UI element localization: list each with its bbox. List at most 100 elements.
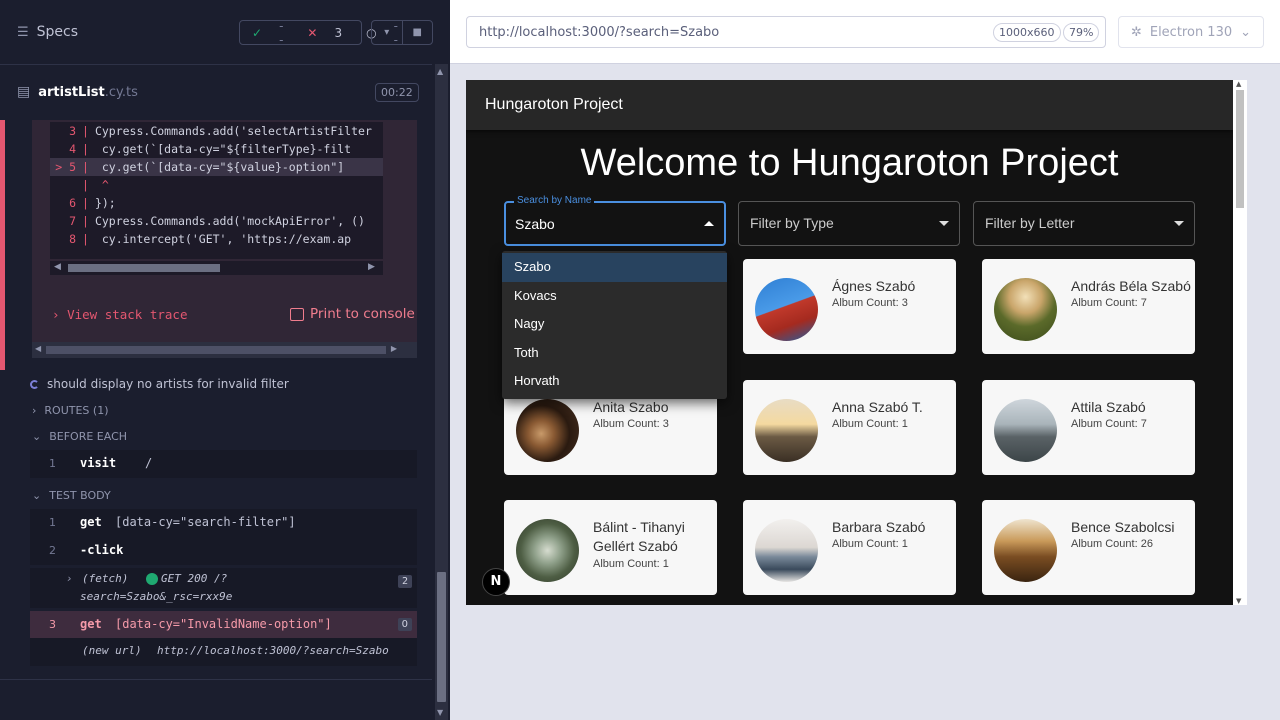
before-each-label: BEFORE EACH [49, 430, 128, 443]
type-filter[interactable]: Filter by Type [738, 201, 960, 246]
spec-file-header: ▤ artistList.cy.ts 00:22 [0, 64, 432, 120]
search-filter-label: Search by Name [514, 195, 595, 206]
command-number: 1 [49, 457, 56, 470]
test-body-section[interactable]: ⌄ TEST BODY [32, 489, 111, 502]
chevron-down-icon: ⌄ [1240, 24, 1252, 40]
view-stack-trace-button[interactable]: › View stack trace [52, 307, 187, 322]
artist-avatar [755, 399, 818, 462]
artist-name: Attila Szabó [1071, 399, 1146, 415]
artist-card[interactable]: András Béla Szabó Album Count: 7 [982, 259, 1195, 354]
code-horizontal-scrollbar[interactable]: ◀ ▶ [50, 261, 383, 275]
fetch-url: search=Szabo&_rsc=rxx9e [80, 590, 233, 603]
command-arg: / [145, 456, 153, 470]
dropdown-option[interactable]: Kovacs [502, 282, 727, 311]
chevron-right-icon: › [66, 572, 73, 585]
album-count: Album Count: 7 [1071, 297, 1147, 309]
command-row[interactable]: 2 -click [30, 537, 417, 565]
artist-avatar [994, 519, 1057, 582]
fetch-count-badge: 2 [397, 575, 412, 588]
reporter-scrollbar[interactable]: ▲ ▼ [435, 64, 448, 720]
viewport-size-badge[interactable]: 1000x660 [993, 23, 1061, 42]
command-number: 1 [49, 516, 56, 529]
artist-card[interactable]: Barbara Szabó Album Count: 1 [743, 500, 956, 595]
before-each-section[interactable]: ⌄ BEFORE EACH [32, 430, 127, 443]
menu-icon: ☰ [17, 24, 29, 40]
dropdown-option[interactable]: Toth [502, 339, 727, 368]
chevron-down-icon: ⌄ [32, 489, 42, 502]
aut-url-bar[interactable]: http://localhost:3000/?search=Szabo 1000… [466, 16, 1106, 48]
artist-avatar [755, 519, 818, 582]
zoom-badge[interactable]: 79% [1063, 23, 1100, 42]
test-title[interactable]: should display no artists for invalid fi… [30, 377, 289, 391]
album-count: Album Count: 1 [832, 538, 908, 550]
code-line: 8 | cy.intercept('GET', 'https://exam.ap [69, 232, 352, 246]
gear-icon: ✲ [1130, 24, 1142, 40]
print-label: Print to console [310, 306, 415, 322]
runner-controls: ▾ ■ [371, 20, 433, 45]
letter-filter-label: Filter by Letter [985, 215, 1075, 231]
search-filter-dropdown: Szabo Kovacs Nagy Toth Horvath [502, 251, 727, 399]
console-icon [290, 307, 304, 321]
command-row-failed[interactable]: 3 get [data-cy="InvalidName-option"] 0 [30, 611, 417, 639]
artist-name: Bence Szabolcsi [1071, 519, 1175, 535]
chevron-down-icon[interactable]: ▾ [372, 21, 403, 44]
scroll-thumb[interactable] [68, 264, 220, 272]
album-count: Album Count: 3 [593, 418, 669, 430]
specs-toggle[interactable]: ☰ Specs [17, 24, 78, 40]
test-title-label: should display no artists for invalid fi… [47, 377, 289, 391]
error-horizontal-scrollbar[interactable]: ◀ ▶ [32, 342, 417, 358]
aut-url: http://localhost:3000/?search=Szabo [479, 25, 720, 40]
routes-section[interactable]: › ROUTES (1) [32, 404, 109, 417]
album-count: Album Count: 26 [1071, 538, 1153, 550]
print-to-console-button[interactable]: Print to console [290, 306, 415, 322]
caret-up-icon [704, 221, 714, 226]
new-url-event-row[interactable]: (new url) http://localhost:3000/?search=… [30, 638, 417, 666]
command-number: 3 [49, 618, 56, 631]
scroll-right-icon[interactable]: ▶ [368, 262, 375, 272]
app-scrollbar[interactable]: ▲ ▼ [1233, 80, 1247, 605]
fetch-event-row[interactable]: › (fetch) GET 200 /? search=Szabo&_rsc=r… [30, 568, 417, 608]
album-count: Album Count: 1 [593, 558, 669, 570]
code-frame: 3 | Cypress.Commands.add('selectArtistFilt… [32, 120, 417, 358]
command-name: get [80, 617, 102, 631]
code-line: 6 |}); [69, 196, 116, 210]
status-dot-icon [146, 573, 158, 585]
command-row[interactable]: 1 get [data-cy="search-filter"] [30, 509, 417, 537]
duration-timer: 00:22 [375, 83, 419, 102]
test-body-label: TEST BODY [49, 489, 111, 502]
code-line: 4 | cy.get(`[data-cy="${filterType}-filt [69, 142, 352, 156]
artist-card[interactable]: Anna Szabó T. Album Count: 1 [743, 380, 956, 475]
code-line: 7 | Cypress.Commands.add('mockApiError', (… [69, 214, 365, 228]
artist-avatar [994, 278, 1057, 341]
artist-card[interactable]: Bence Szabolcsi Album Count: 26 [982, 500, 1195, 595]
spec-file-name[interactable]: ▤ artistList.cy.ts [17, 84, 138, 100]
routes-label: ROUTES (1) [44, 404, 109, 417]
file-ext: .cy.ts [104, 84, 138, 100]
artist-name: Anita Szabo [593, 399, 669, 415]
browser-selector[interactable]: ✲ Electron 130 ⌄ [1118, 16, 1264, 48]
file-name: artistList [38, 84, 105, 100]
fetch-request: GET 200 /? [161, 572, 228, 585]
dropdown-option[interactable]: Nagy [502, 310, 727, 339]
command-number: 2 [49, 544, 56, 557]
search-filter[interactable]: Search by Name Szabo [504, 195, 726, 246]
aut-pane: http://localhost:3000/?search=Szabo 1000… [450, 0, 1280, 720]
command-count-badge: 0 [397, 618, 412, 631]
nextjs-dev-badge[interactable]: N [482, 568, 510, 596]
cross-icon: ✕ [307, 25, 318, 40]
artist-card[interactable]: Attila Szabó Album Count: 7 [982, 380, 1195, 475]
code-line-error: > 5 | cy.get(`[data-cy="${value}-option"] [50, 158, 383, 176]
letter-filter[interactable]: Filter by Letter [973, 201, 1195, 246]
app-bar: Hungaroton Project [466, 80, 1233, 130]
artist-card[interactable]: Ágnes Szabó Album Count: 3 [743, 259, 956, 354]
code-line-caret: | ^ [82, 178, 109, 192]
command-row[interactable]: 1 visit / [30, 450, 417, 478]
stop-icon[interactable]: ■ [403, 21, 433, 44]
document-icon: ▤ [17, 84, 31, 100]
dropdown-option[interactable]: Szabo [502, 253, 727, 282]
error-block: 3 | Cypress.Commands.add('selectArtistFilt… [0, 120, 432, 370]
dropdown-option[interactable]: Horvath [502, 367, 727, 396]
command-arg: [data-cy="InvalidName-option"] [115, 617, 332, 631]
scroll-left-icon[interactable]: ◀ [54, 262, 61, 272]
artist-card[interactable]: Bálint - Tihanyi Gellért Szabó Album Cou… [504, 500, 717, 595]
